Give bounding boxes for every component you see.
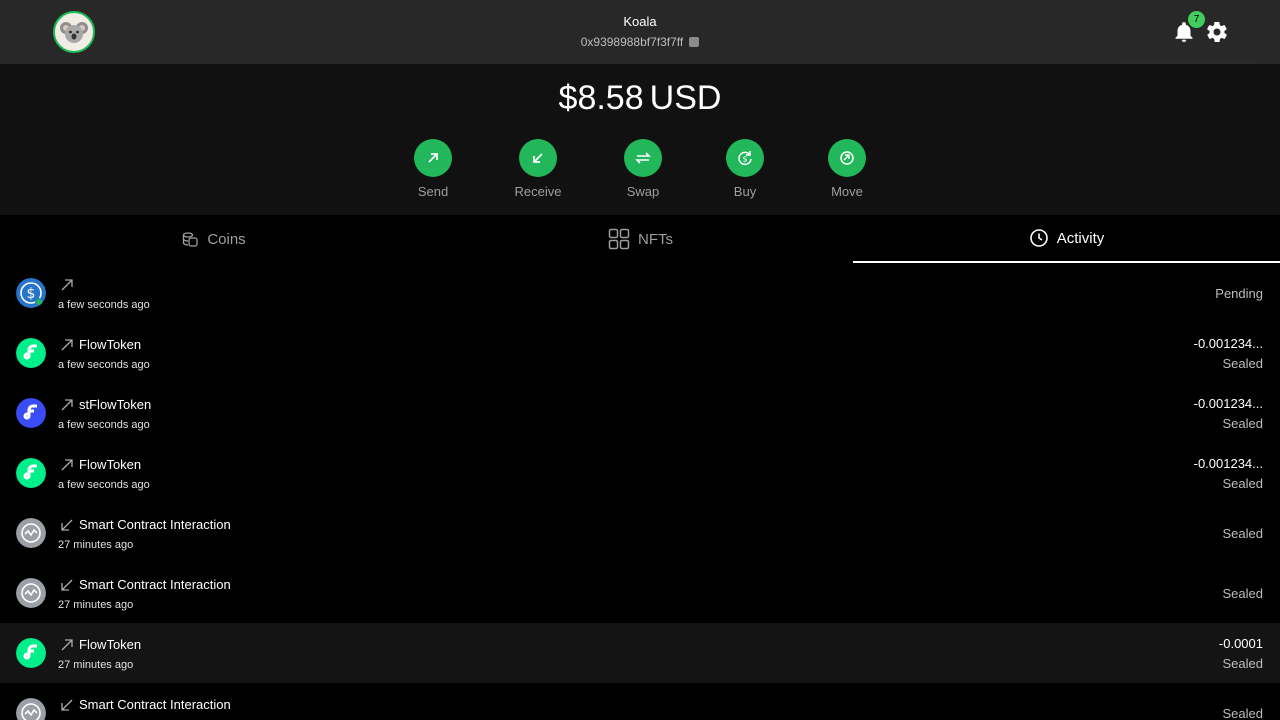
- arrow-up-right-icon: [61, 399, 73, 411]
- buy-button[interactable]: $ Buy: [705, 139, 785, 200]
- swap-button[interactable]: Swap: [603, 139, 683, 200]
- activity-status: Sealed: [1222, 356, 1263, 371]
- arrow-down-left-icon: [61, 699, 73, 711]
- send-button[interactable]: Send: [393, 139, 473, 200]
- activity-row[interactable]: $ a few seconds ago Pending: [0, 263, 1280, 323]
- tab-nfts-label: NFTs: [638, 230, 673, 248]
- buy-label: Buy: [733, 184, 757, 199]
- activity-amount: -0.001234...: [1193, 396, 1263, 411]
- move-button[interactable]: Move: [807, 139, 887, 200]
- activity-row[interactable]: FlowToken a few seconds ago -0.001234...…: [0, 443, 1280, 503]
- activity-name: FlowToken: [79, 457, 142, 472]
- activity-list: $ a few seconds ago Pending FlowToken a …: [0, 263, 1280, 720]
- activity-row[interactable]: Smart Contract Interaction Sealed: [0, 683, 1280, 720]
- contract-coin-icon: [16, 578, 46, 608]
- flow-coin-icon: [16, 338, 46, 368]
- flow-coin-icon: [16, 638, 46, 668]
- svg-text:$: $: [27, 286, 36, 302]
- activity-status: Sealed: [1222, 416, 1263, 431]
- activity-amount: -0.001234...: [1193, 456, 1263, 471]
- contract-coin-icon: [16, 698, 46, 720]
- activity-row[interactable]: FlowToken a few seconds ago -0.001234...…: [0, 323, 1280, 383]
- receive-button[interactable]: Receive: [498, 139, 578, 200]
- activity-amount: -0.0001: [1218, 636, 1263, 651]
- activity-row[interactable]: FlowToken 27 minutes ago -0.0001 Sealed: [0, 623, 1280, 683]
- receive-label: Receive: [514, 184, 562, 199]
- arrow-up-right-icon: [61, 279, 73, 291]
- activity-status: Sealed: [1222, 526, 1263, 541]
- action-bar: Send Receive Swap $ Buy Move: [0, 139, 1280, 209]
- activity-name: Smart Contract Interaction: [79, 577, 231, 592]
- balance-amount: $8.58: [558, 79, 644, 117]
- arrow-up-right-icon: [61, 639, 73, 651]
- activity-status: Sealed: [1222, 476, 1263, 491]
- activity-time: 27 minutes ago: [58, 599, 134, 611]
- flow-coin-icon: [16, 458, 46, 488]
- balance: $8.58 USD: [0, 78, 1280, 118]
- balance-currency: USD: [649, 79, 722, 117]
- svg-text:$: $: [742, 155, 747, 164]
- receive-icon: [519, 139, 557, 177]
- tab-coins-label: Coins: [207, 230, 246, 248]
- koala-avatar-icon: [60, 22, 88, 43]
- gear-icon[interactable]: [1205, 20, 1229, 44]
- stflow-coin-icon: [16, 398, 46, 428]
- move-icon: [828, 139, 866, 177]
- clock-icon: [1029, 229, 1048, 247]
- activity-status: Sealed: [1222, 706, 1263, 720]
- contract-coin-icon: [16, 518, 46, 548]
- arrow-up-right-icon: [61, 459, 73, 471]
- activity-name: Smart Contract Interaction: [79, 697, 231, 712]
- activity-name: FlowToken: [79, 337, 142, 352]
- activity-time: a few seconds ago: [58, 419, 150, 431]
- wallet-address[interactable]: 0x9398988bf7f3f7ff: [581, 33, 684, 51]
- activity-time: a few seconds ago: [58, 299, 150, 311]
- activity-time: 27 minutes ago: [58, 539, 134, 551]
- coins-icon: [183, 232, 198, 247]
- avatar[interactable]: [53, 11, 95, 53]
- move-label: Move: [831, 184, 863, 199]
- tab-activity-label: Activity: [1056, 229, 1105, 247]
- send-icon: [414, 139, 452, 177]
- activity-name: FlowToken: [79, 637, 142, 652]
- activity-row[interactable]: stFlowToken a few seconds ago -0.001234.…: [0, 383, 1280, 443]
- activity-status: Pending: [1215, 286, 1263, 301]
- activity-time: a few seconds ago: [58, 359, 150, 371]
- swap-label: Swap: [626, 184, 660, 199]
- buy-icon: $: [726, 139, 764, 177]
- tab-activity[interactable]: Activity: [853, 215, 1280, 263]
- swap-icon: [624, 139, 662, 177]
- copy-icon[interactable]: [689, 37, 700, 47]
- wallet-info: Koala 0x9398988bf7f3f7ff: [440, 14, 840, 51]
- usdc-coin-icon: $: [16, 278, 46, 308]
- activity-amount: -0.001234...: [1193, 336, 1263, 351]
- arrow-up-right-icon: [61, 339, 73, 351]
- arrow-down-left-icon: [61, 519, 73, 531]
- tab-bar: Coins NFTs Activity: [0, 215, 1280, 263]
- activity-status: Sealed: [1222, 656, 1263, 671]
- wallet-name: Koala: [623, 14, 657, 29]
- activity-time: a few seconds ago: [58, 479, 150, 491]
- notification-badge: 7: [1188, 11, 1205, 28]
- tab-nfts[interactable]: NFTs: [427, 215, 854, 263]
- wallet-address-row: 0x9398988bf7f3f7ff: [440, 33, 840, 51]
- activity-time: 27 minutes ago: [58, 659, 134, 671]
- activity-status: Sealed: [1222, 586, 1263, 601]
- send-label: Send: [417, 184, 449, 199]
- activity-row[interactable]: Smart Contract Interaction 27 minutes ag…: [0, 503, 1280, 563]
- tab-coins[interactable]: Coins: [0, 215, 427, 263]
- activity-name: Smart Contract Interaction: [79, 517, 231, 532]
- header: Koala 0x9398988bf7f3f7ff 7: [0, 0, 1280, 64]
- activity-name: stFlowToken: [79, 397, 152, 412]
- grid-icon: [608, 228, 630, 250]
- activity-row[interactable]: Smart Contract Interaction 27 minutes ag…: [0, 563, 1280, 623]
- arrow-down-left-icon: [61, 579, 73, 591]
